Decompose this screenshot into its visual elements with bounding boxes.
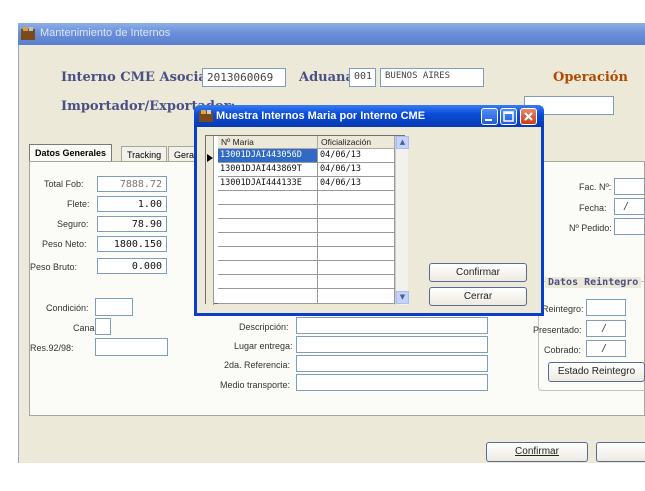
dialog-app-icon (199, 110, 213, 122)
table-row-empty[interactable] (218, 205, 318, 219)
condicion-field[interactable] (95, 298, 133, 316)
table-row-empty[interactable] (218, 261, 318, 275)
table-row-empty[interactable] (218, 191, 318, 205)
table-row-empty[interactable] (218, 289, 318, 304)
cobrado-field[interactable]: / (586, 340, 626, 357)
table-row-empty[interactable] (318, 205, 395, 219)
table-row-2-maria[interactable]: 13001DJAI444133E (218, 177, 318, 191)
peso-neto-label: Peso Neto: (42, 239, 87, 249)
condicion-label: Condición: (46, 303, 89, 313)
seguro-label: Seguro: (57, 219, 89, 229)
table-row-empty[interactable] (318, 233, 395, 247)
dialog-body: Nº Maria Oficialización 13001DJAI443056D… (197, 127, 541, 313)
table-row-1-maria[interactable]: 13001DJAI443869T (218, 163, 318, 177)
cobrado-label: Cobrado: (544, 345, 582, 355)
maximize-icon[interactable] (500, 108, 517, 125)
table-row-empty[interactable] (218, 247, 318, 261)
column-header-nro-maria[interactable]: Nº Maria (218, 136, 318, 149)
total-fob-field[interactable]: 7888.72 (97, 176, 167, 192)
total-fob-label: Total Fob: (44, 179, 84, 189)
pedido-field[interactable] (614, 218, 645, 235)
medio-transporte-field[interactable] (296, 374, 488, 391)
app-icon (21, 27, 35, 40)
dialog-confirmar-button[interactable]: Confirmar (429, 263, 527, 282)
table-row-empty[interactable] (318, 275, 395, 289)
fac-field[interactable] (614, 178, 645, 195)
fecha-label: Fecha: (579, 203, 607, 213)
segunda-referencia-field[interactable] (296, 355, 488, 372)
presentado-field[interactable]: / (586, 320, 626, 337)
minimize-icon[interactable] (481, 108, 498, 125)
window-title: Mantenimiento de Internos (40, 27, 171, 39)
table-row-0-fecha[interactable]: 04/06/13 (318, 149, 395, 163)
table-row-empty[interactable] (218, 233, 318, 247)
table-row-2-fecha[interactable]: 04/06/13 (318, 177, 395, 191)
scroll-up-icon[interactable]: ▲ (396, 136, 409, 149)
operacion-label: Operación (553, 70, 628, 85)
table-row-empty[interactable] (318, 247, 395, 261)
aduana-code-field[interactable]: 001 (349, 68, 376, 87)
table-row-0-maria[interactable]: 13001DJAI443056D (218, 149, 318, 163)
secondary-footer-button[interactable] (596, 442, 645, 462)
table-row-empty[interactable] (218, 275, 318, 289)
fecha-field[interactable]: / (614, 198, 645, 215)
res-label: Res.92/98: (30, 343, 74, 353)
medio-transporte-label: Medio transporte: (220, 380, 291, 390)
res-field[interactable] (95, 338, 168, 356)
dialog-title: Muestra Internos Maria por Interno CME (216, 110, 426, 122)
table-row-empty[interactable] (318, 289, 395, 304)
descripcion-field[interactable] (296, 317, 488, 334)
interno-field[interactable]: 2013060069 (202, 68, 286, 87)
lugar-entrega-label: Lugar entrega: (234, 341, 293, 351)
flete-field[interactable]: 1.00 (97, 196, 167, 212)
fac-label: Fac. Nº: (579, 182, 612, 192)
tab-datos-generales[interactable]: Datos Generales (29, 144, 113, 161)
segunda-referencia-label: 2da. Referencia: (224, 360, 291, 370)
estado-reintegro-button[interactable]: Estado Reintegro (548, 362, 645, 382)
peso-bruto-field[interactable]: 0.000 (97, 258, 167, 274)
pedido-label: Nº Pedido: (569, 223, 612, 233)
flete-label: Flete: (67, 199, 90, 209)
reintegro-group-title: Datos Reintegro (545, 277, 642, 288)
current-row-icon (207, 154, 213, 162)
dialog-cerrar-button[interactable]: Cerrar (429, 287, 527, 306)
reintegro-label: Reintegro: (542, 304, 584, 314)
column-header-oficializacion[interactable]: Oficialización (318, 136, 395, 149)
aduana-name-field[interactable]: BUENOS AIRES (380, 68, 484, 87)
grid-vertical-scrollbar[interactable]: ▲ ▼ (395, 136, 409, 305)
table-row-empty[interactable] (318, 191, 395, 205)
lugar-entrega-field[interactable] (296, 336, 488, 353)
close-icon[interactable] (520, 108, 537, 125)
seguro-field[interactable]: 78.90 (97, 216, 167, 232)
reintegro-field[interactable] (586, 299, 626, 316)
peso-bruto-label: Peso Bruto: (30, 262, 78, 272)
table-row-empty[interactable] (318, 261, 395, 275)
canal-field[interactable] (95, 318, 111, 335)
main-title-bar[interactable]: Mantenimiento de Internos (18, 23, 645, 45)
descripcion-label: Descripción: (239, 322, 289, 332)
table-row-empty[interactable] (318, 219, 395, 233)
table-row-empty[interactable] (218, 219, 318, 233)
table-row-1-fecha[interactable]: 04/06/13 (318, 163, 395, 177)
muestra-internos-dialog: Muestra Internos Maria por Interno CME N… (194, 105, 544, 316)
peso-neto-field[interactable]: 1800.150 (97, 236, 167, 252)
internos-grid[interactable]: Nº Maria Oficialización 13001DJAI443056D… (205, 135, 409, 305)
dialog-title-bar[interactable]: Muestra Internos Maria por Interno CME (194, 105, 544, 127)
presentado-label: Presentado: (533, 325, 582, 335)
confirmar-button[interactable]: Confirmar (486, 442, 588, 462)
scroll-down-icon[interactable]: ▼ (396, 291, 409, 304)
